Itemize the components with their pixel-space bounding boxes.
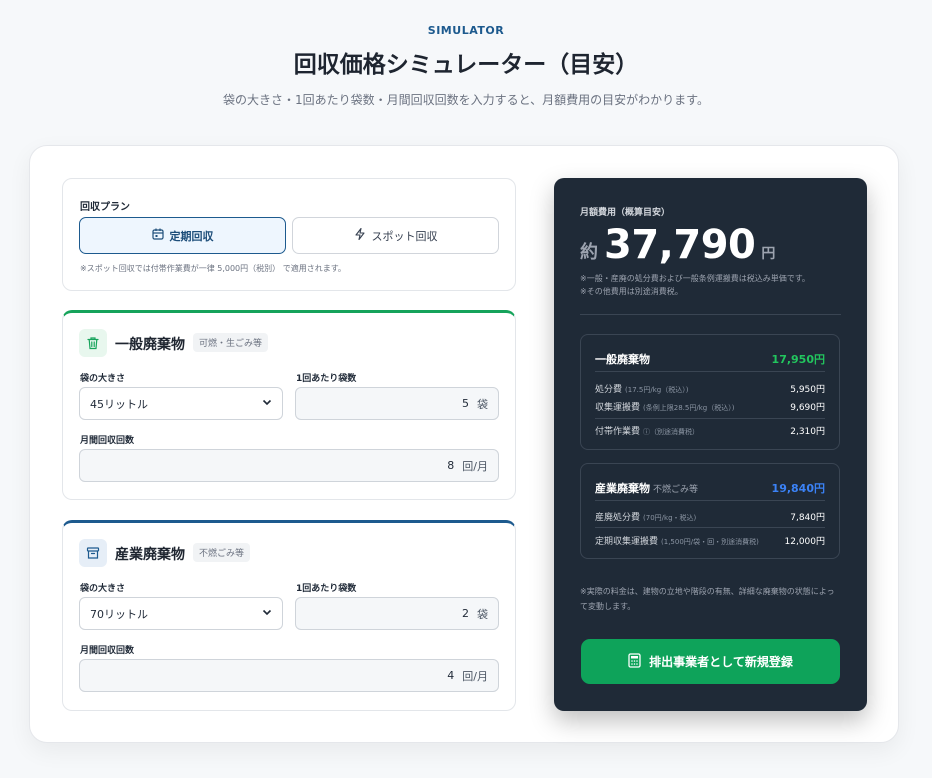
breakdown-value: 12,000円 [784, 537, 826, 547]
register-button-label: 排出事業者として新規登録 [649, 655, 793, 669]
breakdown-label: 付帯作業費 [595, 427, 641, 437]
industrial-freq-value: 4 [447, 669, 455, 682]
plan-note: ※スポット回収では付帯作業費が一律 5,000円（税別） で適用されます。 [80, 264, 346, 273]
summary-prefix: 約 [580, 242, 598, 263]
industrial-waste-tag: 不燃ごみ等 [193, 543, 251, 562]
breakdown-label: 定期収集運搬費 [595, 537, 659, 547]
breakdown-row: 収集運搬費 (条例上限28.5円/kg（税込）) 9,690円 [595, 400, 825, 413]
calendar-icon [151, 228, 164, 243]
general-freq-unit: 回/月 [462, 459, 488, 473]
summary-footnote: ※実際の料金は、建物の立地や階段の有無、詳細な廃棄物の状態によって変動します。 [580, 587, 835, 611]
register-button[interactable]: 排出事業者として新規登録 [581, 639, 840, 684]
breakdown-detail: ⓘ（別途消費税） [643, 428, 700, 436]
summary-total: 約 37,790 円 [580, 222, 775, 268]
industrial-freq-label: 月間回収回数 [80, 646, 135, 656]
trash-icon [79, 329, 107, 357]
summary-note-1: ※一般・産廃の処分費および一般条例運搬費は税込み単価です。 [580, 274, 810, 283]
divider [595, 371, 825, 372]
summary-currency: 円 [761, 246, 776, 262]
general-freq-input[interactable]: 8 回/月 [79, 449, 499, 482]
breakdown-value: 5,950円 [790, 385, 825, 395]
chevron-down-icon [262, 607, 272, 620]
lightning-icon [354, 227, 366, 243]
industrial-breakdown-title: 産業廃棄物 [595, 482, 650, 495]
plan-regular-button[interactable]: 定期回収 [79, 217, 286, 254]
breakdown-value: 7,840円 [790, 513, 825, 523]
breakdown-row: 定期収集運搬費 (1,500円/袋・回・別途消費税) 12,000円 [595, 534, 825, 547]
divider [595, 418, 825, 419]
calculator-icon [628, 652, 641, 671]
page-subtitle: 袋の大きさ・1回あたり袋数・月間回収回数を入力すると、月額費用の目安がわかります… [223, 93, 709, 107]
breakdown-row: 処分費 (17.5円/kg（税込）) 5,950円 [595, 382, 825, 395]
general-waste-title: 一般廃棄物 [115, 337, 185, 353]
general-bags-unit: 袋 [477, 397, 488, 411]
summary-amount: 37,790 [604, 222, 756, 268]
industrial-bag-size-select[interactable]: 70リットル [79, 597, 283, 630]
chevron-down-icon [262, 397, 272, 410]
industrial-bags-value: 2 [462, 607, 469, 620]
industrial-breakdown-subtitle: 不燃ごみ等 [653, 485, 699, 495]
general-bag-size-select[interactable]: 45リットル [79, 387, 283, 420]
industrial-waste-panel: 産業廃棄物 不燃ごみ等 袋の大きさ 70リットル 1回あたり袋数 2 袋 月間回… [62, 520, 516, 711]
general-waste-panel: 一般廃棄物 可燃・生ごみ等 袋の大きさ 45リットル 1回あたり袋数 5 袋 月… [62, 310, 516, 500]
general-bag-size-value: 45リットル [90, 397, 148, 411]
industrial-bag-size-value: 70リットル [90, 607, 148, 621]
general-breakdown-total: 17,950円 [771, 353, 825, 366]
breakdown-value: 9,690円 [790, 403, 825, 413]
industrial-breakdown-total: 19,840円 [771, 482, 825, 495]
industrial-waste-title: 産業廃棄物 [115, 547, 185, 563]
breakdown-value: 2,310円 [790, 427, 825, 437]
breakdown-label: 収集運搬費 [595, 403, 641, 413]
plan-spot-button[interactable]: スポット回収 [292, 217, 499, 254]
divider [595, 527, 825, 528]
general-bags-value: 5 [462, 397, 469, 410]
general-bags-label: 1回あたり袋数 [296, 374, 357, 384]
industrial-bags-unit: 袋 [477, 607, 488, 621]
eyebrow: SIMULATOR [427, 24, 505, 37]
page-title: 回収価格シミュレーター（目安） [293, 52, 639, 78]
summary-note-2: ※その他費用は別途消費税。 [580, 287, 683, 296]
plan-regular-label: 定期回収 [169, 229, 214, 243]
summary-panel: 月額費用（概算目安） 約 37,790 円 ※一般・産廃の処分費および一般条例運… [554, 178, 867, 711]
industrial-bag-size-label: 袋の大きさ [80, 584, 126, 594]
general-breakdown: 一般廃棄物 17,950円 処分費 (17.5円/kg（税込）) 5,950円 収… [580, 334, 840, 450]
breakdown-label: 産廃処分費 [595, 513, 641, 523]
breakdown-row: 付帯作業費 ⓘ（別途消費税） 2,310円 [595, 424, 825, 437]
summary-divider [580, 314, 841, 315]
plan-spot-label: スポット回収 [371, 229, 438, 243]
general-breakdown-title: 一般廃棄物 [595, 353, 650, 366]
general-bag-size-label: 袋の大きさ [80, 374, 126, 384]
breakdown-detail: (条例上限28.5円/kg（税込）) [643, 404, 735, 412]
breakdown-detail: (70円/kg・税込) [643, 514, 697, 522]
industrial-bags-label: 1回あたり袋数 [296, 584, 357, 594]
plan-label: 回収プラン [80, 202, 130, 213]
industrial-freq-unit: 回/月 [462, 669, 488, 683]
general-freq-value: 8 [447, 459, 455, 472]
page-header: SIMULATOR 回収価格シミュレーター（目安） 袋の大きさ・1回あたり袋数・… [0, 0, 932, 108]
general-bags-input[interactable]: 5 袋 [295, 387, 499, 420]
plan-panel: 回収プラン 定期回収 スポット回収 ※スポット回収では付帯作業費が一律 5,00… [62, 178, 516, 291]
summary-heading: 月額費用（概算目安） [580, 208, 671, 218]
simulator-card: 回収プラン 定期回収 スポット回収 ※スポット回収では付帯作業費が一律 5,00… [29, 145, 899, 743]
breakdown-row: 産廃処分費 (70円/kg・税込) 7,840円 [595, 510, 825, 523]
archive-box-icon [79, 539, 107, 567]
general-freq-label: 月間回収回数 [80, 436, 135, 446]
industrial-bags-input[interactable]: 2 袋 [295, 597, 499, 630]
divider [595, 500, 825, 501]
industrial-freq-input[interactable]: 4 回/月 [79, 659, 499, 692]
breakdown-detail: (1,500円/袋・回・別途消費税) [661, 538, 759, 546]
industrial-breakdown: 産業廃棄物 不燃ごみ等 19,840円 産廃処分費 (70円/kg・税込) 7,84… [580, 463, 840, 559]
breakdown-label: 処分費 [595, 385, 623, 395]
breakdown-detail: (17.5円/kg（税込）) [625, 386, 689, 394]
general-waste-tag: 可燃・生ごみ等 [193, 333, 269, 352]
